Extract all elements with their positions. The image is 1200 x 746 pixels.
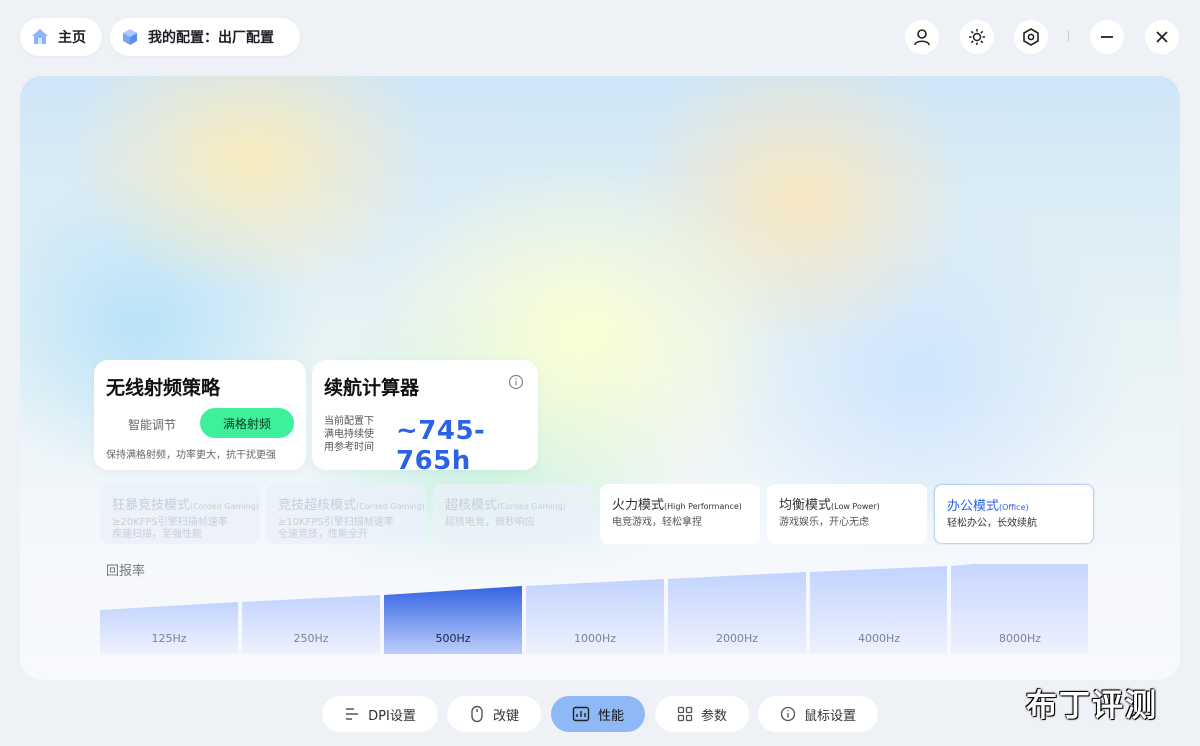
watermark: 布丁评测 <box>1026 688 1158 724</box>
nav-label: 性能 <box>597 708 624 724</box>
mode-office[interactable]: 办公模式(Office) 轻松办公，长效续航 <box>934 484 1094 544</box>
rate-label-125: 125Hz <box>151 632 187 645</box>
rf-option-full[interactable]: 满格射频 <box>200 408 294 438</box>
mode-frenzy-gaming[interactable]: 狂暴竞技模式(Corded Gaming) ≥20KFPS引擎扫描帧速率 疾速扫描… <box>100 484 260 544</box>
nav-label: 参数 <box>700 708 727 724</box>
mode-competitive-ultra[interactable]: 竞技超核模式(Corded Gaming) ≥10KFPS引擎扫描帧速率 全速竞技… <box>266 484 426 544</box>
info-icon[interactable] <box>508 374 524 390</box>
rate-label-250: 250Hz <box>293 632 329 645</box>
nav-label: 改键 <box>492 708 519 724</box>
performance-panel: 无线射频策略 智能调节 满格射频 保持满格射频，功率更大，抗干扰更强 续航计算器… <box>20 76 1180 680</box>
config-selector[interactable]: 我的配置：出厂配置 <box>110 18 300 56</box>
brightness-icon <box>969 29 985 45</box>
battery-calculator-card: 续航计算器 当前配置下 满电持续使 用参考时间 ~745-765h <box>312 360 538 476</box>
user-button[interactable] <box>905 20 939 54</box>
mode-ultra[interactable]: 超核模式(Corded Gaming) 超核电竞，微秒响应 <box>433 484 593 544</box>
mode-balanced[interactable]: 均衡模式(Low Power) 游戏娱乐，开心无虑 <box>767 484 927 544</box>
rate-bar-250[interactable] <box>242 595 380 654</box>
minimize-icon <box>1101 36 1113 38</box>
nav-remap[interactable]: 改键 <box>447 696 541 732</box>
rate-bar-125[interactable] <box>100 602 238 654</box>
rate-label-4000: 4000Hz <box>857 632 901 645</box>
close-icon <box>1156 31 1168 43</box>
battery-value: ~745-765h <box>396 416 486 476</box>
user-icon <box>914 29 930 46</box>
mouse-icon <box>471 705 483 723</box>
mode-high-performance[interactable]: 火力模式(High Performance) 电竞游戏，轻松拿捏 <box>600 484 760 544</box>
rate-label-2000: 2000Hz <box>715 632 759 645</box>
brightness-button[interactable] <box>960 20 994 54</box>
toolbar-divider <box>1068 30 1069 42</box>
nav-label: 鼠标设置 <box>803 708 856 724</box>
nav-label: DPI设置 <box>368 708 416 724</box>
settings-hex-icon <box>1023 28 1039 46</box>
rate-label-500: 500Hz <box>435 632 471 645</box>
minimize-button[interactable] <box>1090 20 1124 54</box>
close-button[interactable] <box>1145 20 1179 54</box>
home-label: 主页 <box>58 30 86 46</box>
nav-mouse-settings[interactable]: 鼠标设置 <box>758 696 878 732</box>
rate-label-8000: 8000Hz <box>998 632 1042 645</box>
performance-icon <box>572 706 590 722</box>
rf-strategy-card: 无线射频策略 智能调节 满格射频 保持满格射频，功率更大，抗干扰更强 <box>94 360 306 470</box>
home-icon <box>32 29 48 44</box>
rf-description: 保持满格射频，功率更大，抗干扰更强 <box>106 450 276 461</box>
nav-parameters[interactable]: 参数 <box>655 696 749 732</box>
info-icon <box>780 706 796 722</box>
battery-label: 当前配置下 满电持续使 用参考时间 <box>324 416 374 453</box>
cube-icon <box>123 29 137 45</box>
nav-performance[interactable]: 性能 <box>551 696 645 732</box>
rf-card-title: 无线射频策略 <box>106 377 221 399</box>
settings-button[interactable] <box>1014 20 1048 54</box>
dpi-icon <box>346 708 359 720</box>
rf-option-smart[interactable]: 智能调节 <box>128 416 176 433</box>
config-label: 我的配置：出厂配置 <box>148 30 274 46</box>
nav-dpi-settings[interactable]: DPI设置 <box>322 696 438 732</box>
rate-label-1000: 1000Hz <box>573 632 617 645</box>
battery-card-title: 续航计算器 <box>324 377 420 399</box>
grid-icon <box>677 706 693 722</box>
home-button[interactable]: 主页 <box>20 18 102 56</box>
